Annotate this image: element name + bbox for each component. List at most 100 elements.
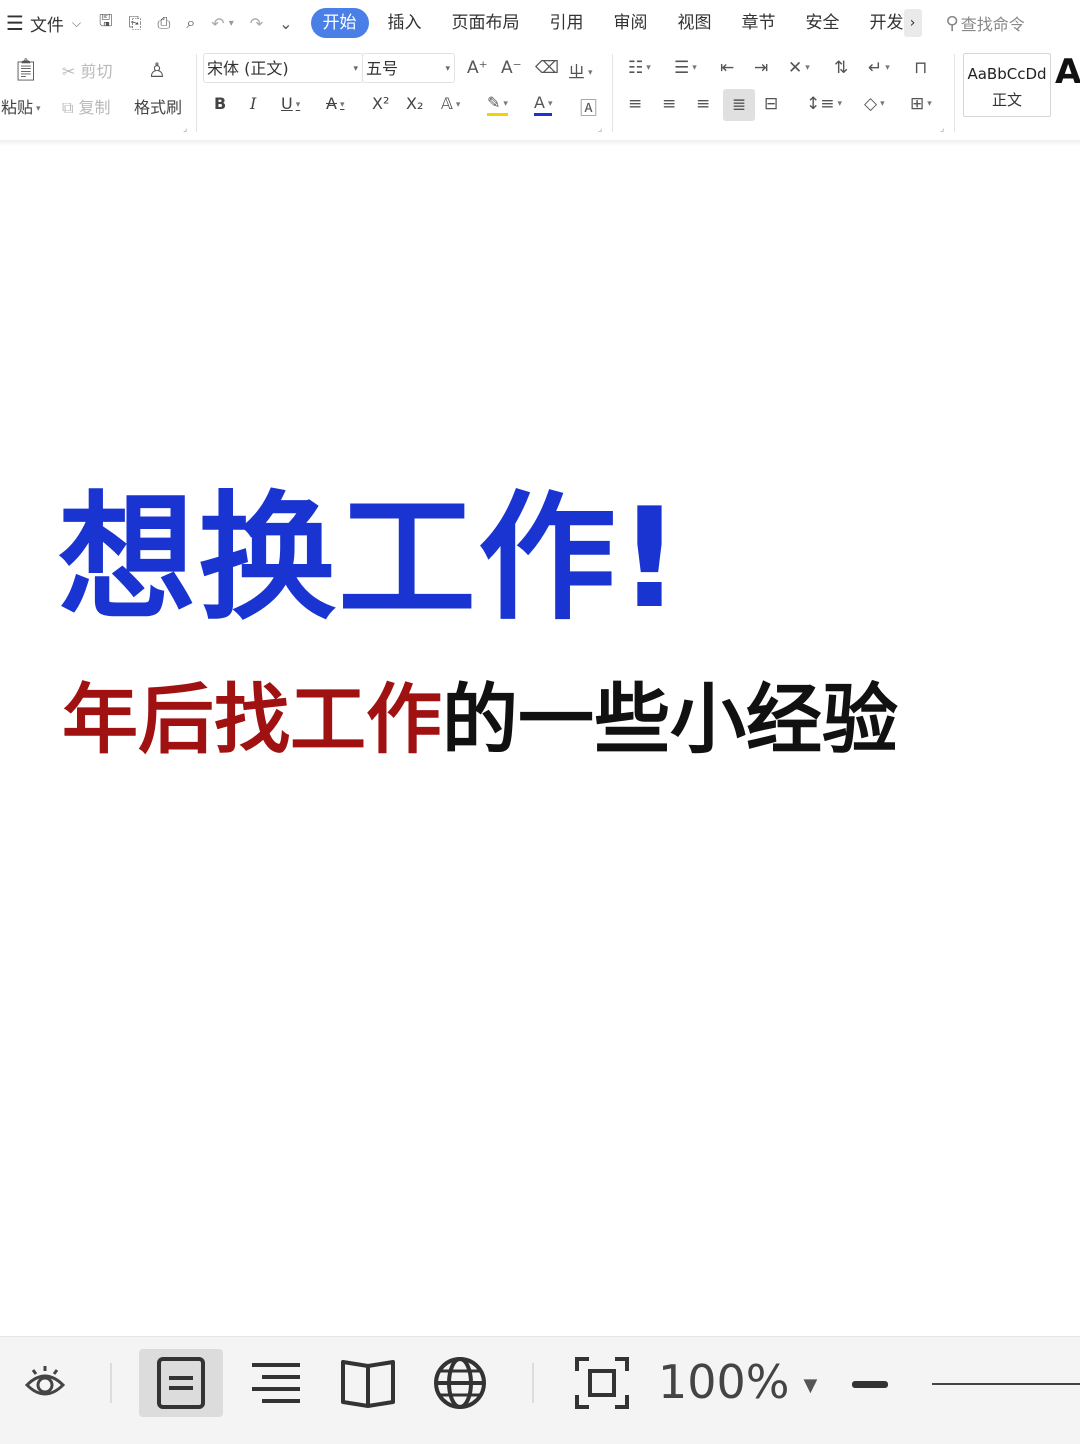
print-preview-icon[interactable]: ⌕ [186,13,195,33]
font-size-select[interactable]: 五号 ▾ [362,53,455,83]
sort-icon[interactable]: ⇅ [834,58,848,78]
tab-security[interactable]: 安全 [791,8,855,38]
page-view-icon[interactable] [139,1349,223,1417]
tab-references[interactable]: 引用 [535,8,599,38]
quick-access-toolbar: 🖫 ⎘ ⎙ ⌕ ↶ ▾ ↷ ⌄ [99,10,292,37]
file-menu-label: 文件 [29,15,64,36]
zoom-level-value: 100% [658,1355,790,1409]
cut-button[interactable]: ✂ 剪切 [62,58,113,82]
tab-review[interactable]: 审阅 [599,8,663,38]
paragraph-dialog-launcher-icon[interactable]: ⌟ [940,124,944,134]
style-normal[interactable]: AaBbCcDd 正文 [963,53,1051,117]
fit-page-icon[interactable] [570,1349,634,1417]
grow-font-icon[interactable]: A⁺ [467,58,488,78]
eye-protection-icon[interactable] [18,1349,72,1417]
tab-insert[interactable]: 插入 [373,8,437,38]
status-separator [532,1363,534,1403]
cut-label: 剪切 [80,62,113,81]
tab-view[interactable]: 视图 [663,8,727,38]
outline-view-icon[interactable] [244,1349,308,1417]
reading-view-book-icon[interactable] [336,1349,400,1417]
line-spacing-icon[interactable]: ↕≡ ▾ [806,94,842,114]
chevron-down-icon: ▾ [353,64,358,74]
document-title: 想换工作! [58,478,683,639]
menu-bar: ☰ 文件 ⌵ 🖫 ⎘ ⎙ ⌕ ↶ ▾ ↷ ⌄ 开始 插入 页面布局 引用 审阅 … [0,0,1080,46]
font-dialog-launcher-icon[interactable]: ⌟ [598,124,602,134]
ruler-icon[interactable]: ⊓ [914,58,927,78]
shading-icon[interactable]: ◇ ▾ [864,94,885,114]
highlight-icon[interactable]: ✎ ▾ [487,94,508,116]
character-border-icon[interactable]: 🄰 [580,94,597,119]
paste-label: 粘贴 [1,98,34,117]
paste-dropdown-icon: ▾ [36,103,41,114]
bold-icon[interactable]: B [214,94,226,113]
increase-indent-icon[interactable]: ⇥ [754,58,768,78]
print-icon[interactable]: ⎙ [158,13,171,33]
zoom-level-select[interactable]: 100% ▼ [658,1355,817,1409]
tab-sections[interactable]: 章节 [727,8,791,38]
save-icon[interactable]: 🖫 [99,10,113,37]
copy-icon: ⧉ [62,98,74,117]
strikethrough-icon[interactable]: A ▾ [326,94,344,113]
ribbon-separator [196,54,197,132]
style-name-label: 正文 [991,91,1022,109]
font-name-select[interactable]: 宋体 (正文) ▾ [203,53,363,83]
web-layout-globe-icon[interactable] [428,1349,492,1417]
font-color-icon[interactable]: A ▾ [534,94,553,116]
tab-developer[interactable]: 开发工 [855,8,908,38]
paste-icon[interactable]: 📋︎ [12,58,40,83]
distributed-align-icon[interactable]: ⊟ [764,94,778,114]
decrease-indent-icon[interactable]: ⇤ [720,58,734,78]
tab-home[interactable]: 开始 [310,8,369,38]
chevron-down-icon: ▼ [803,1375,818,1396]
superscript-icon[interactable]: X² [372,94,389,113]
search-icon: ⚲ [945,12,959,34]
document-subtitle: 年后找工作的一些小经验 [62,658,898,768]
command-search[interactable]: ⚲ 查找命令 [946,11,1025,35]
text-effect-icon[interactable]: 𝔸 ▾ [441,94,460,113]
ribbon-tabs: 开始 插入 页面布局 引用 审阅 视图 章节 安全 开发工 › [310,8,922,38]
file-menu[interactable]: ☰ 文件 ⌵ [6,11,81,36]
export-icon[interactable]: ⎘ [129,13,142,33]
justify-icon[interactable]: ≣ [723,89,755,121]
copy-button[interactable]: ⧉ 复制 [62,94,111,118]
paragraph-mark-icon[interactable]: ↵ ▾ [868,58,890,78]
customize-toolbar-icon[interactable]: ⌄ [279,14,292,33]
status-bar-bottom [0,1429,1080,1444]
undo-dropdown-icon[interactable]: ▾ [229,18,234,29]
numbered-list-icon[interactable]: ☰ ▾ [674,58,697,78]
more-tabs-chevron-icon[interactable]: › [903,9,922,37]
font-name-value: 宋体 (正文) [207,59,289,78]
borders-icon[interactable]: ⊞ ▾ [910,94,932,114]
undo-icon[interactable]: ↶ [211,14,224,33]
zoom-slider[interactable] [932,1383,1080,1385]
clear-format-icon[interactable]: ⌫ [535,58,559,78]
document-page[interactable]: 想换工作! 年后找工作的一些小经验 [0,146,1080,1336]
align-left-icon[interactable]: ≡ [628,94,642,114]
italic-icon[interactable]: I [250,94,256,113]
subscript-icon[interactable]: X₂ [406,94,423,113]
copy-label: 复制 [78,98,111,117]
shrink-font-icon[interactable]: A⁻ [501,58,522,78]
clipboard-dialog-launcher-icon[interactable]: ⌟ [183,124,187,134]
align-center-icon[interactable]: ≡ [662,94,676,114]
scissors-icon: ✂ [62,62,76,81]
zoom-out-icon[interactable] [852,1381,888,1388]
bullet-list-icon[interactable]: ☷ ▾ [628,58,651,78]
format-painter-icon[interactable]: ♙ [148,58,166,82]
underline-icon[interactable]: U ▾ [281,94,300,113]
subtitle-highlight: 年后找工作 [62,675,442,764]
status-bar: 100% ▼ [0,1336,1080,1444]
chinese-layout-icon[interactable]: ✕ ▾ [788,58,810,78]
paste-button[interactable]: 粘贴 ▾ [1,94,41,118]
align-right-icon[interactable]: ≡ [696,94,710,114]
subtitle-rest: 的一些小经验 [442,675,898,764]
hamburger-icon: ☰ [6,11,24,35]
redo-icon[interactable]: ↷ [250,14,263,33]
format-painter-button[interactable]: 格式刷 [134,94,182,118]
ribbon-separator [954,54,955,132]
tab-page-layout[interactable]: 页面布局 [437,8,535,38]
style-heading-preview[interactable]: A [1055,52,1080,92]
chevron-down-icon: ▾ [445,64,450,74]
phonetic-guide-icon[interactable]: ㄓ ▾ [568,58,593,83]
